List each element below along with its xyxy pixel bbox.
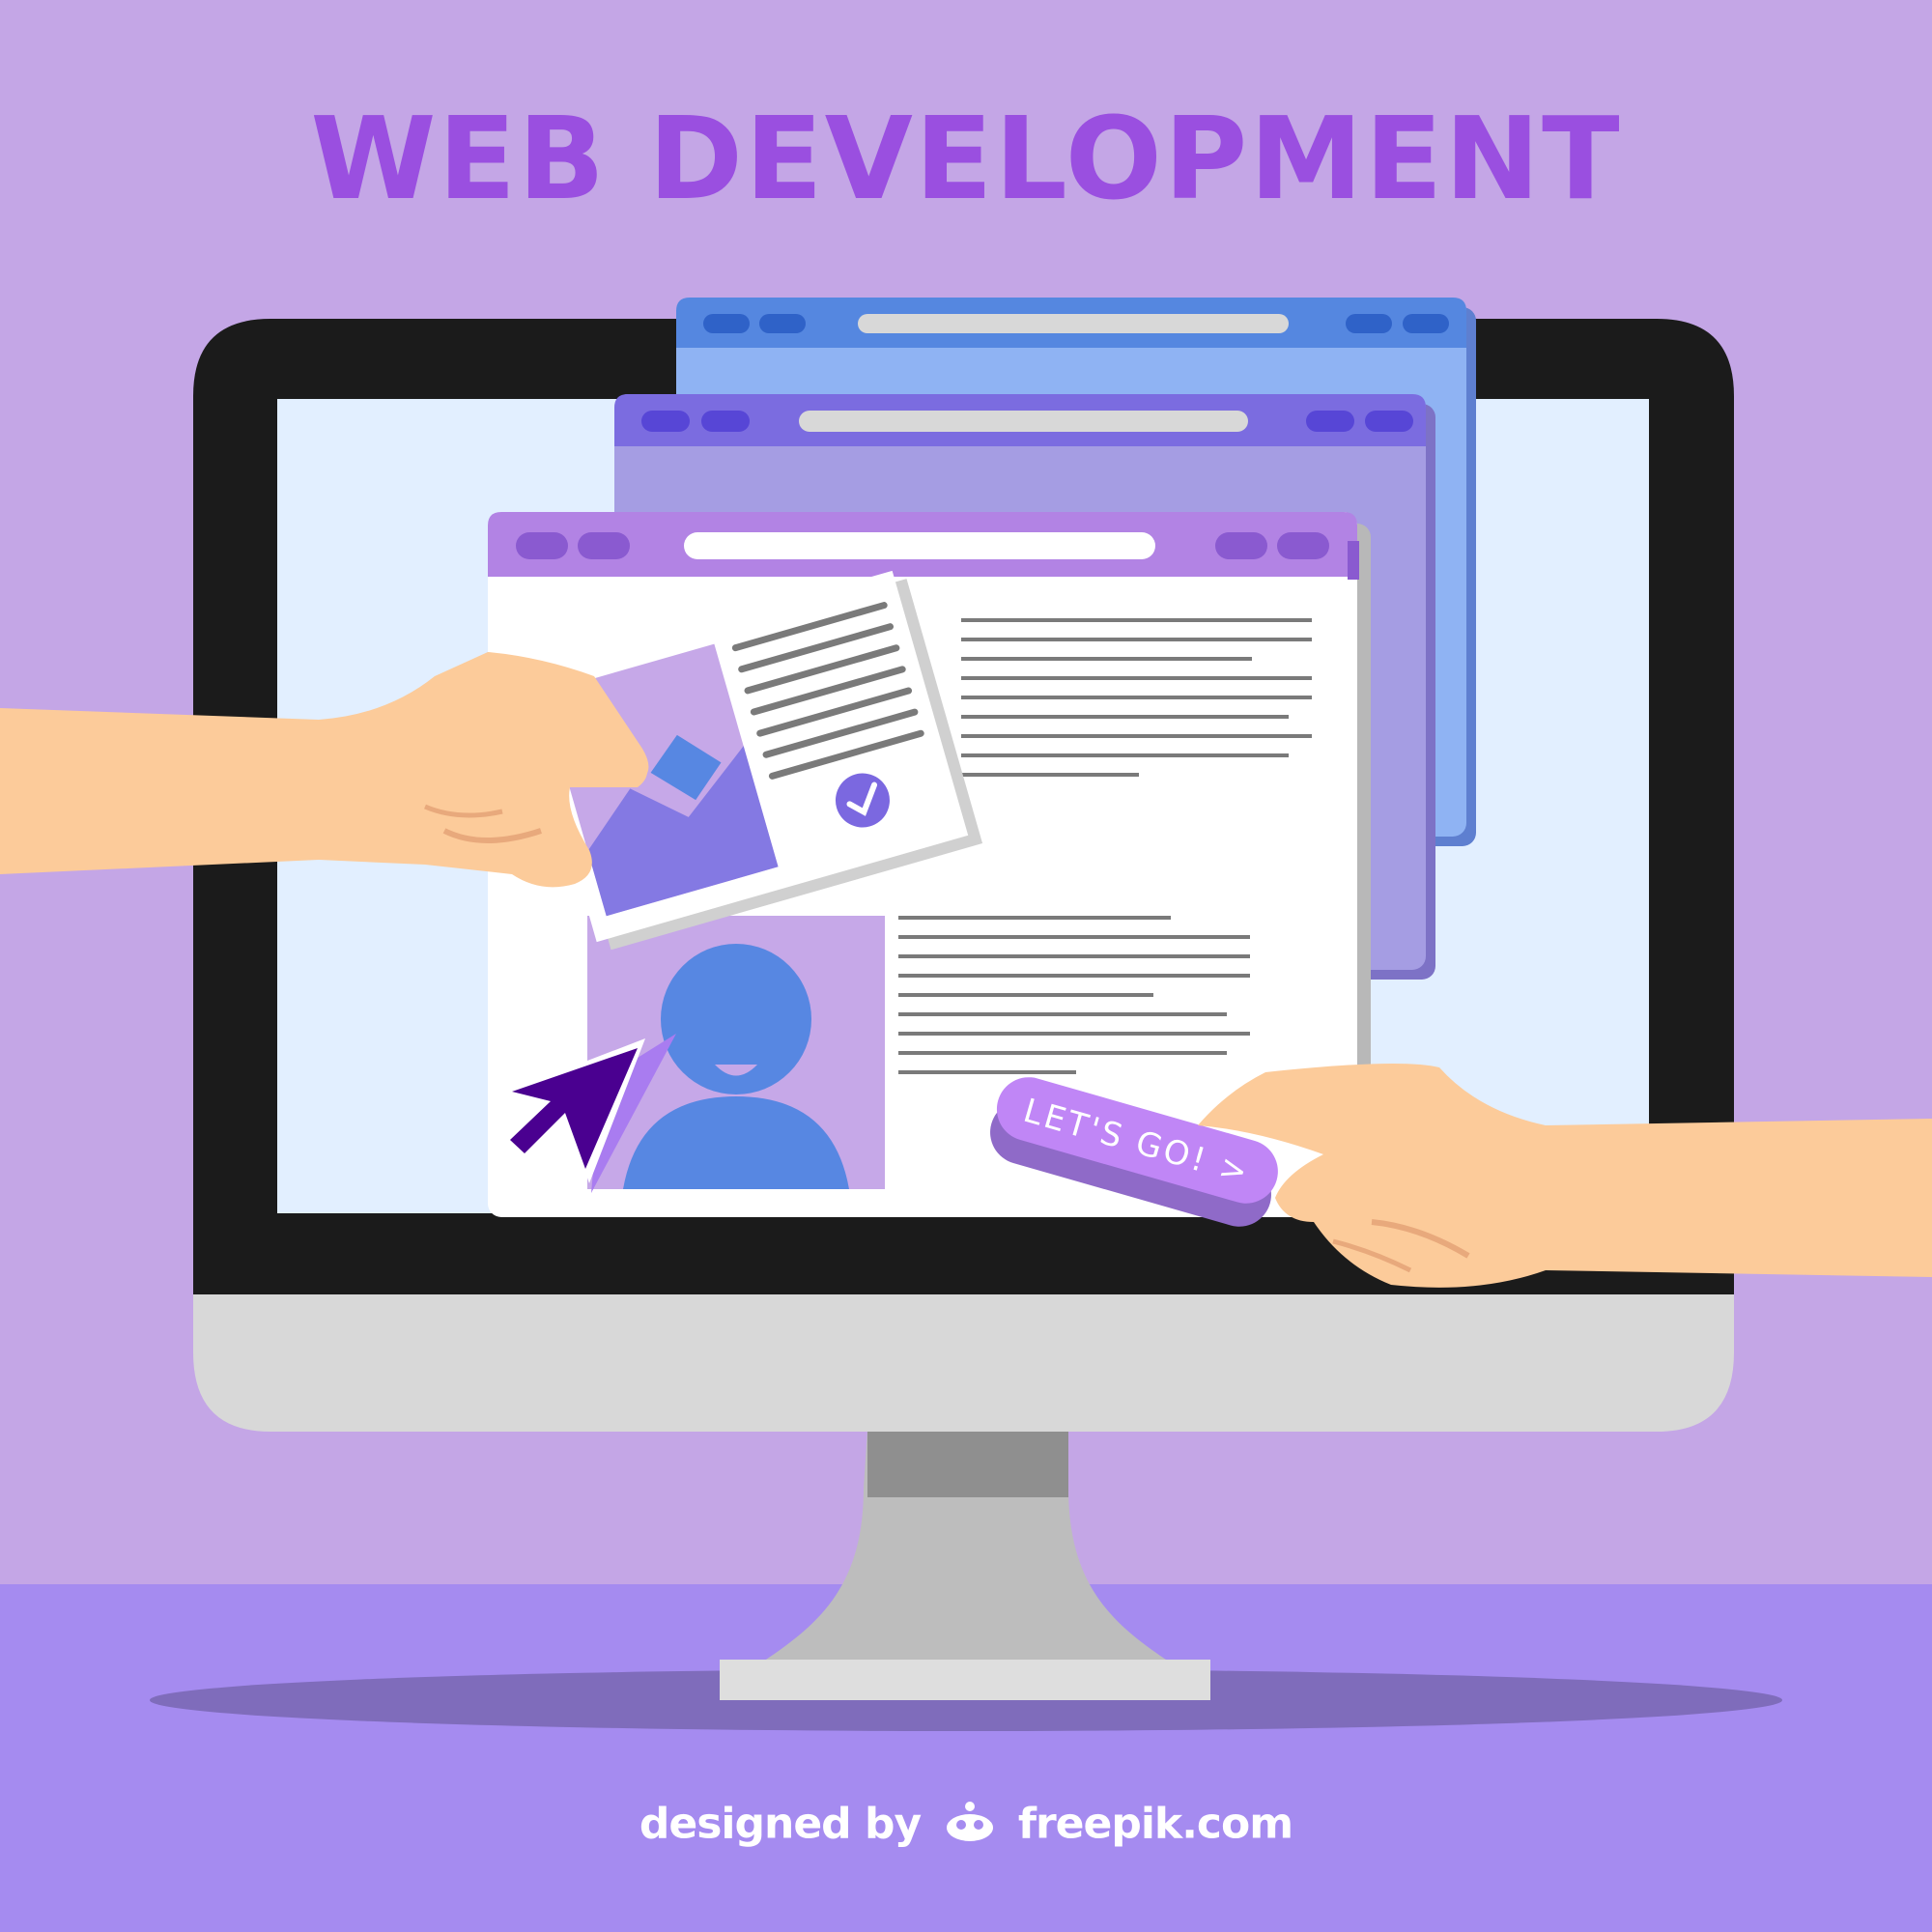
web-development-scene: LET'S GO! > <box>0 298 1932 1731</box>
credit-brand: freepik.com <box>1017 1799 1293 1849</box>
freepik-logo-icon <box>945 1799 995 1854</box>
credit-line: designed by freepik.com <box>0 1799 1932 1854</box>
monitor-chin <box>193 1294 1734 1432</box>
monitor-stand <box>720 1430 1210 1700</box>
address-bar <box>684 532 1155 559</box>
illustration: WEB DEVELOPMENT LET'S GO! > designed by … <box>0 0 1932 1932</box>
credit-prefix: designed by <box>639 1799 922 1849</box>
